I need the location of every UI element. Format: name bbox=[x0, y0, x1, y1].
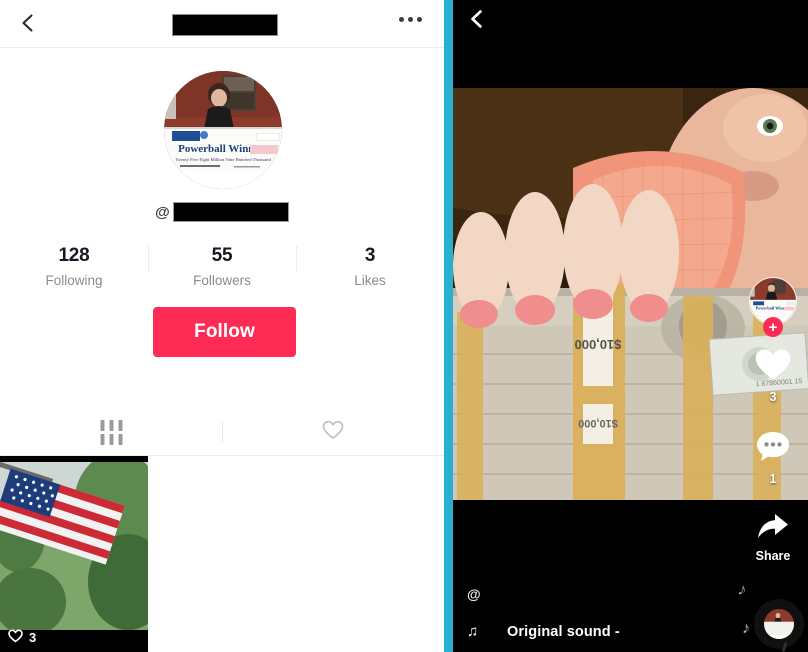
like-count: 3 bbox=[769, 390, 777, 404]
thumbnail-image bbox=[0, 462, 148, 630]
heart-icon bbox=[8, 629, 23, 646]
caption-handle[interactable]: @ bbox=[467, 586, 481, 602]
share-button[interactable]: Share bbox=[755, 512, 791, 563]
song-title: Original sound - bbox=[507, 623, 620, 640]
post-like-stat: 3 bbox=[8, 629, 36, 646]
chevron-left-icon[interactable] bbox=[17, 12, 39, 34]
stat-count: 55 bbox=[211, 245, 233, 267]
profile-panel: Powerball Winner! Twenty Five Eight Mill… bbox=[0, 0, 444, 652]
vinyl-record-icon[interactable] bbox=[754, 599, 804, 649]
chevron-left-icon[interactable] bbox=[466, 8, 488, 30]
like-button[interactable]: 3 bbox=[754, 347, 792, 404]
svg-text:Twenty Five Eight Million Nine: Twenty Five Eight Million Nine Hundred T… bbox=[175, 157, 271, 162]
music-note-decor-icon: ♪ bbox=[742, 620, 750, 637]
stat-followers[interactable]: 55 Followers bbox=[148, 236, 296, 296]
record-center-art bbox=[764, 609, 794, 639]
stat-following[interactable]: 128 Following bbox=[0, 236, 148, 296]
stat-label: Followers bbox=[193, 272, 251, 288]
grid-icon bbox=[99, 420, 123, 445]
tab-liked[interactable] bbox=[222, 410, 444, 455]
music-note-decor-icon: ♪ bbox=[735, 579, 748, 600]
follow-badge-icon[interactable]: + bbox=[763, 317, 783, 337]
follow-button[interactable]: Follow bbox=[153, 307, 296, 357]
username-redacted bbox=[172, 202, 289, 222]
profile-stats: 128 Following 55 Followers 3 Likes bbox=[0, 236, 444, 296]
ellipsis-horizontal-icon[interactable] bbox=[399, 17, 422, 22]
stat-label: Likes bbox=[354, 272, 386, 288]
panel-divider bbox=[444, 0, 453, 652]
tab-posts[interactable] bbox=[0, 410, 222, 455]
music-note-icon: ♫ bbox=[467, 623, 479, 640]
at-symbol: @ bbox=[467, 586, 481, 602]
svg-text:$10,000: $10,000 bbox=[575, 337, 622, 352]
avatar[interactable]: Powerball Winner! Twenty Five Eight Mill… bbox=[164, 71, 282, 189]
profile-header bbox=[0, 0, 444, 48]
app-screen: Powerball Winner! Twenty Five Eight Mill… bbox=[0, 0, 808, 652]
at-symbol: @ bbox=[155, 203, 170, 221]
post-slot-empty bbox=[148, 456, 296, 652]
post-like-count: 3 bbox=[29, 630, 37, 645]
stat-count: 128 bbox=[58, 245, 90, 267]
post-thumbnail[interactable]: 3 bbox=[0, 456, 148, 652]
video-panel: $10,000 $10,000 1 67860001 15 Powerball … bbox=[453, 0, 808, 652]
heart-filled-icon bbox=[754, 347, 792, 387]
post-grid: 3 bbox=[0, 456, 444, 652]
comment-bubble-icon bbox=[755, 430, 791, 469]
video-caption: @ ♪ ♫ Original sound - ♪ bbox=[453, 562, 808, 652]
comment-button[interactable]: 1 bbox=[755, 430, 791, 486]
profile-handle: @ bbox=[0, 200, 444, 224]
stat-likes[interactable]: 3 Likes bbox=[296, 236, 444, 296]
caption-music-row[interactable]: ♫ Original sound - bbox=[467, 623, 767, 640]
profile-tabs bbox=[0, 410, 444, 456]
heart-outline-icon bbox=[322, 420, 344, 445]
post-slot-empty bbox=[296, 456, 444, 652]
video-action-rail: Powerball Winner! + 3 1 Share bbox=[744, 277, 802, 563]
stat-label: Following bbox=[45, 272, 103, 288]
comment-count: 1 bbox=[769, 472, 777, 486]
svg-text:$10,000: $10,000 bbox=[578, 417, 618, 429]
stat-count: 3 bbox=[364, 245, 376, 267]
share-label: Share bbox=[755, 549, 791, 563]
creator-avatar-button[interactable]: Powerball Winner! + bbox=[749, 277, 797, 337]
page-title-redacted bbox=[172, 14, 278, 36]
share-arrow-icon bbox=[756, 512, 790, 547]
